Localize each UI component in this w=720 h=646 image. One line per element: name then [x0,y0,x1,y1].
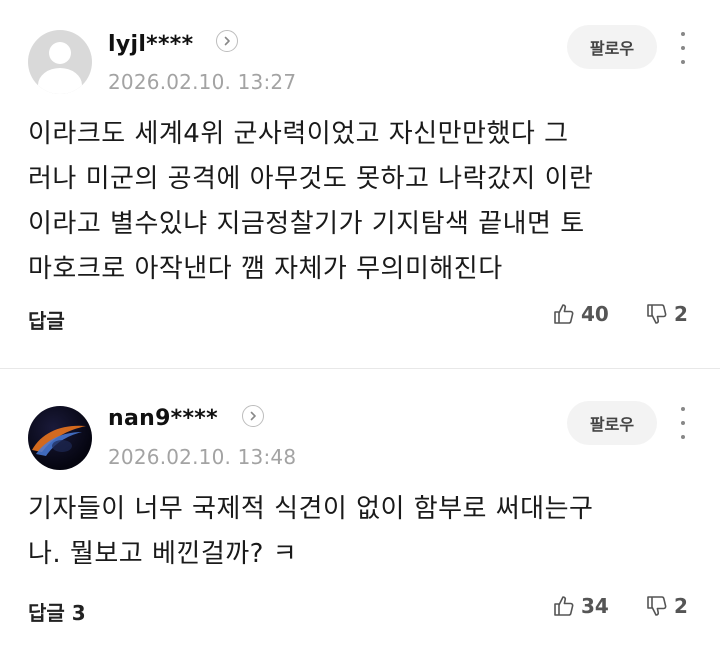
username[interactable]: nan9**** [108,406,218,431]
more-vertical-icon[interactable] [672,407,694,439]
chevron-right-icon[interactable] [216,30,238,52]
like-button[interactable]: 34 [553,594,609,618]
follow-button[interactable]: 팔로우 [567,25,657,69]
chevron-right-icon[interactable] [242,405,264,427]
avatar[interactable] [28,30,92,94]
thumbs-down-icon [647,596,667,616]
like-count: 34 [581,594,609,618]
avatar[interactable] [28,406,92,470]
dislike-count: 2 [674,594,688,618]
avatar-body-shape [38,68,82,94]
like-button[interactable]: 40 [553,302,609,326]
avatar-head-shape [49,42,71,64]
avatar-photo-art [32,425,86,456]
comment-text: 이라크도 세계4위 군사력이었고 자신만만했다 그 러나 미군의 공격에 아무것… [28,119,594,284]
follow-button[interactable]: 팔로우 [567,401,657,445]
timestamp: 2026.02.10. 13:27 [108,70,297,94]
timestamp: 2026.02.10. 13:48 [108,445,297,469]
thumbs-up-icon [554,596,574,616]
comment-text: 기자들이 너무 국제적 식견이 없이 함부로 써대는구 나. 뭘보고 베낀걸까?… [28,494,594,569]
dislike-count: 2 [674,302,688,326]
thumbs-down-icon [647,304,667,324]
dislike-button[interactable]: 2 [646,302,688,326]
comment-item: lyjl**** 2026.02.10. 13:27 팔로우 이라크도 세계4위… [0,0,720,368]
thumbs-up-icon [554,304,574,324]
like-count: 40 [581,302,609,326]
comment-item: nan9**** 2026.02.10. 13:48 팔로우 기자들이 너무 국… [0,369,720,646]
dislike-button[interactable]: 2 [646,594,688,618]
more-vertical-icon[interactable] [672,32,694,64]
username[interactable]: lyjl**** [108,32,193,57]
reply-button[interactable]: 답글 3 [28,597,86,626]
reply-button[interactable]: 답글 [28,305,65,334]
